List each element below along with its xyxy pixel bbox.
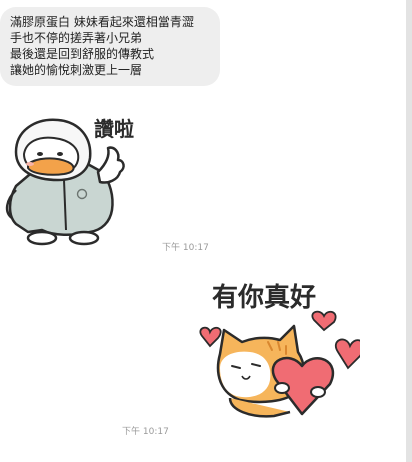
- message-line: 滿膠原蛋白 妹妹看起來還相當青澀: [10, 15, 194, 29]
- chat-area: 滿膠原蛋白 妹妹看起來還相當青澀 手也不停的搓弄著小兄弟 最後還是回到舒服的傳教…: [0, 0, 406, 462]
- message-line: 手也不停的搓弄著小兄弟: [10, 31, 143, 45]
- timestamp: 下午 10:17: [162, 243, 209, 253]
- sticker-caption-left: 讚啦: [94, 117, 134, 141]
- duck-thumbs-up-sticker[interactable]: 讚啦: [2, 108, 162, 248]
- message-bubble[interactable]: 滿膠原蛋白 妹妹看起來還相當青澀 手也不停的搓弄著小兄弟 最後還是回到舒服的傳教…: [0, 7, 220, 86]
- scrollbar-track[interactable]: [406, 0, 412, 462]
- message-line: 最後還是回到舒服的傳教式: [10, 47, 155, 61]
- scrollbar-thumb[interactable]: [406, 0, 412, 462]
- cat-icon: [199, 310, 360, 418]
- cat-heart-sticker[interactable]: 有你真好: [190, 276, 360, 422]
- message-line: 讓她的愉悅刺激更上一層: [10, 63, 143, 77]
- timestamp: 下午 10:17: [122, 427, 169, 437]
- sticker-caption-right: 有你真好: [212, 283, 316, 313]
